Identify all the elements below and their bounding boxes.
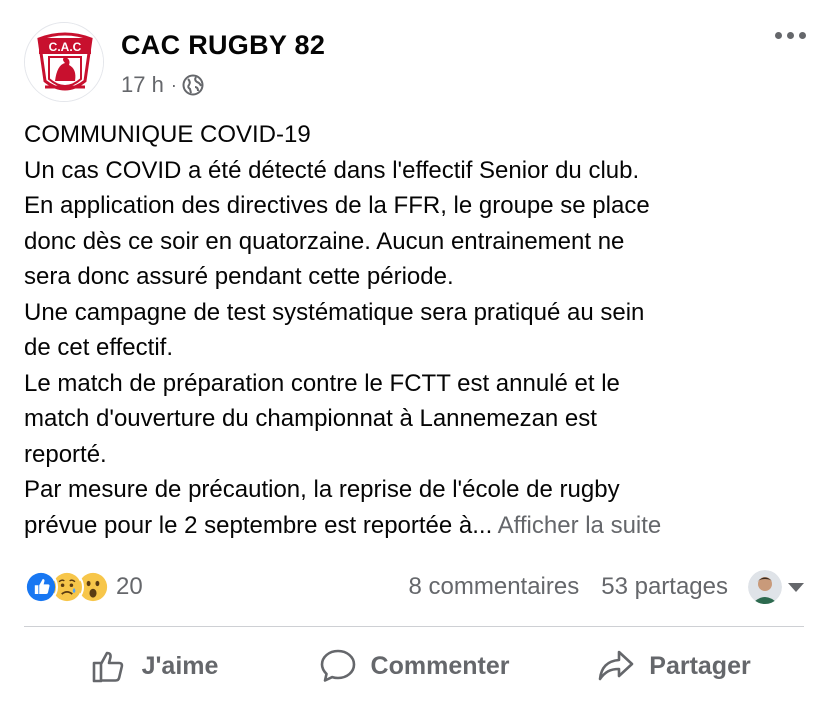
comments-count[interactable]: 8 commentaires [409,573,580,601]
post-line: Par mesure de précaution, la reprise de … [24,476,620,503]
like-reaction-icon [24,570,58,604]
post-line: En application des directives de la FFR,… [24,192,650,219]
post-line: de cet effectif. [24,334,173,361]
like-label: J'aime [141,651,219,680]
viewer-avatar[interactable] [748,570,782,604]
comment-button[interactable]: Commenter [284,636,544,696]
chevron-down-icon[interactable] [788,582,804,592]
like-button[interactable]: J'aime [24,636,284,696]
reactions-summary[interactable]: 20 [24,570,143,604]
post-time[interactable]: 17 h [121,72,164,98]
post-actions: J'aime Commenter Partager [24,636,804,696]
post-body: COMMUNIQUE COVID-19 Un cas COVID a été d… [24,117,814,543]
post-line: Un cas COVID a été détecté dans l'effect… [24,156,640,184]
action-divider [24,626,804,627]
globe-icon [182,74,204,96]
post-line: match d'ouverture du championnat à Lanne… [24,405,597,432]
share-label: Partager [649,651,751,680]
post-line: Le match de préparation contre le FCTT e… [24,369,620,397]
post-line: reporté. [24,440,107,468]
thumbs-up-icon [92,651,123,683]
more-options-icon[interactable] [775,32,806,39]
meta-separator: · [170,74,177,95]
avatar-logo-text: C.A.C [49,40,82,54]
comment-label: Commenter [370,651,510,680]
post-line: sera donc assuré pendant cette période. [24,263,454,290]
post-header: C.A.C CAC RUGBY 82 17 h · [24,18,808,102]
post-line-last: prévue pour le 2 septembre est reportée … [24,508,814,544]
post-stats: 20 8 commentaires 53 partages [24,568,804,608]
comment-icon [320,649,355,682]
reaction-count: 20 [116,573,143,600]
post-meta: 17 h · [121,72,204,98]
see-more-link[interactable]: Afficher la suite [498,512,662,539]
post-line: Une campagne de test systématique sera p… [24,298,645,326]
post-line-truncated: prévue pour le 2 septembre est reportée … [24,511,493,539]
share-icon [598,650,634,681]
post-line: COMMUNIQUE COVID-19 [24,121,311,148]
post-line: donc dès ce soir en quatorzaine. Aucun e… [24,227,625,255]
engagement-counts: 8 commentaires 53 partages [409,570,804,604]
page-avatar[interactable]: C.A.C [24,22,104,102]
share-button[interactable]: Partager [544,636,804,696]
shares-count[interactable]: 53 partages [601,573,728,601]
page-name[interactable]: CAC RUGBY 82 [121,30,325,61]
